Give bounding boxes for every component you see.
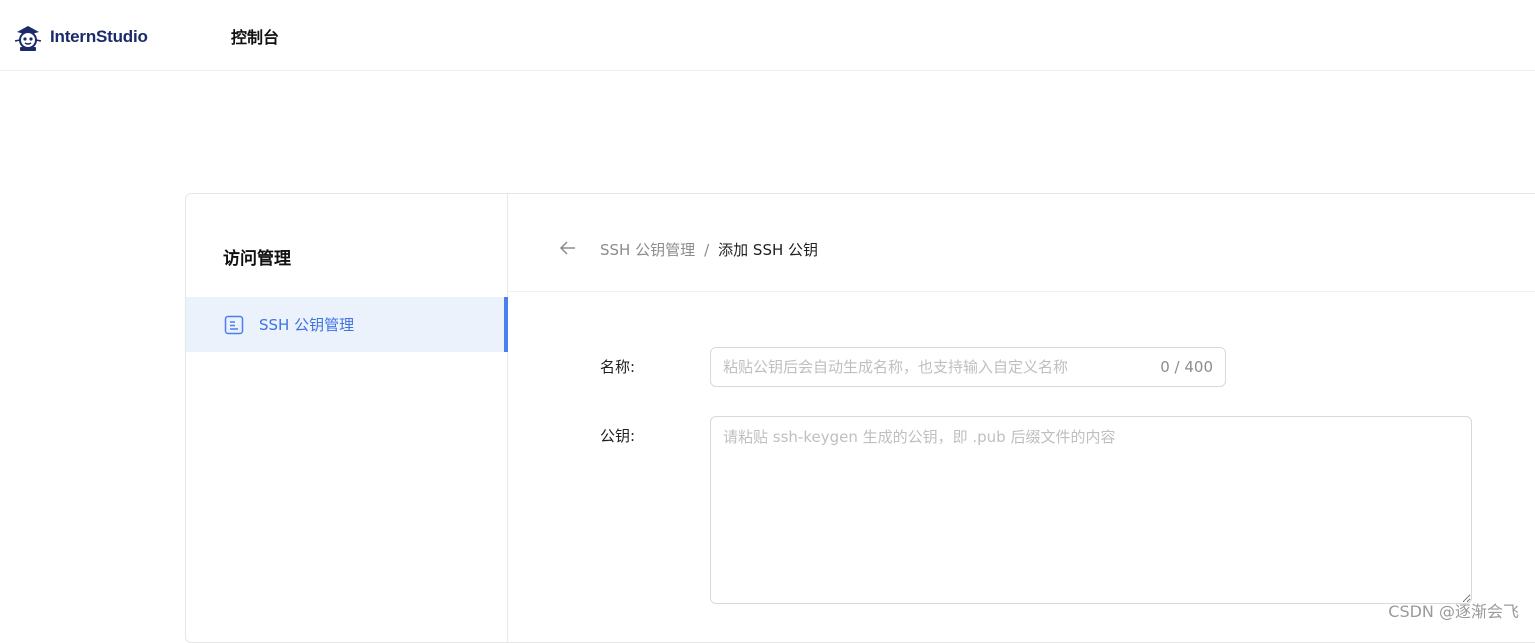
sidebar-title: 访问管理 <box>223 249 291 269</box>
name-field[interactable]: 0 / 400 <box>710 347 1226 387</box>
public-key-textarea[interactable] <box>710 416 1472 604</box>
breadcrumb: SSH 公钥管理 / 添加 SSH 公钥 <box>600 239 818 260</box>
logo-text: InternStudio <box>50 27 148 46</box>
logo-mascot-icon <box>14 26 42 51</box>
watermark: CSDN @逐渐会飞 <box>1388 602 1519 621</box>
page-header: SSH 公钥管理 / 添加 SSH 公钥 <box>508 194 1535 292</box>
sidebar: 访问管理 SSH 公钥管理 <box>186 194 508 642</box>
top-bar: InternStudio 控制台 <box>0 0 1535 71</box>
sidebar-item-label: SSH 公钥管理 <box>259 316 355 334</box>
intern-studio-logo[interactable]: InternStudio <box>12 20 148 54</box>
name-char-counter: 0 / 400 <box>1160 358 1213 376</box>
breadcrumb-ssh-keys-link[interactable]: SSH 公钥管理 <box>600 239 695 260</box>
name-input[interactable] <box>723 358 1153 376</box>
document-list-icon <box>224 315 244 334</box>
main-panel: SSH 公钥管理 / 添加 SSH 公钥 名称: 0 / 400 公钥: <box>508 194 1535 642</box>
name-label: 名称: <box>600 358 636 376</box>
sidebar-item-ssh-keys[interactable]: SSH 公钥管理 <box>186 297 508 352</box>
breadcrumb-current: 添加 SSH 公钥 <box>718 241 819 259</box>
public-key-label: 公钥: <box>600 427 636 445</box>
access-management-card: 访问管理 SSH 公钥管理 SSH 公钥管理 / 添加 SSH 公钥 名称: 粘… <box>185 193 1535 643</box>
breadcrumb-separator: / <box>704 240 710 259</box>
nav-console-link[interactable]: 控制台 <box>231 24 279 48</box>
back-arrow-icon[interactable] <box>558 238 578 258</box>
